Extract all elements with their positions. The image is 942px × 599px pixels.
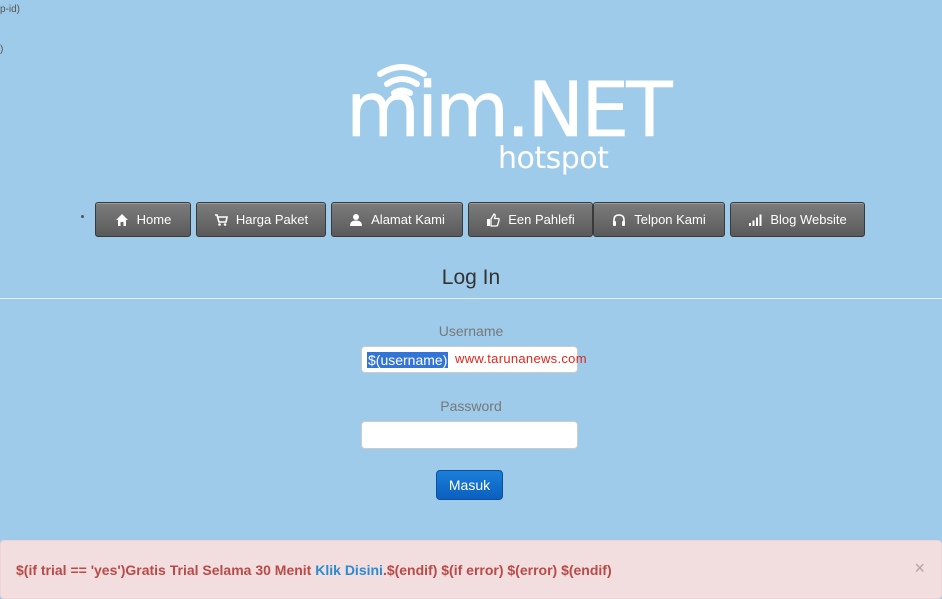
nav-een-pahlefi-label: Een Pahlefi [508, 212, 575, 227]
alert-prefix: $(if trial == 'yes')Gratis Trial Selama … [16, 562, 316, 578]
alert-box: $(if trial == 'yes')Gratis Trial Selama … [0, 540, 942, 599]
home-icon [115, 213, 129, 227]
username-input-value: $(username) [367, 352, 449, 368]
stray-text-2: ) [0, 44, 4, 55]
nav-blog-website-label: Blog Website [770, 212, 847, 227]
signal-bars-icon [748, 213, 762, 227]
headphones-icon [612, 213, 626, 227]
nav-home-button[interactable]: Home [95, 202, 191, 237]
password-label: Password [440, 398, 502, 414]
password-input[interactable] [361, 421, 578, 449]
stray-text-1: p-id) [0, 4, 21, 15]
nav-blog-website-button[interactable]: Blog Website [730, 202, 865, 237]
nav-harga-paket-label: Harga Paket [235, 212, 309, 227]
alert-close-icon[interactable]: × [914, 558, 925, 579]
login-submit-button[interactable]: Masuk [436, 470, 503, 500]
nav-telpon-kami-button[interactable]: Telpon Kami [593, 202, 725, 237]
logo-wordmark: mim.NET [346, 65, 673, 154]
username-label: Username [438, 323, 504, 339]
nav-alamat-kami-label: Alamat Kami [371, 212, 445, 227]
login-title: Log In [441, 266, 501, 289]
alert-suffix: .$(endif) $(if error) $(error) $(endif) [382, 562, 612, 578]
main-nav: Home Harga Paket Alamat Kami Een Pahlefi… [0, 202, 942, 239]
trial-link[interactable]: Klik Disini [315, 562, 383, 578]
alert-message: $(if trial == 'yes')Gratis Trial Selama … [16, 562, 612, 578]
nav-home-label: Home [136, 212, 172, 227]
cart-icon [214, 213, 228, 227]
site-logo: mim.NET hotspot [340, 60, 673, 185]
nav-harga-paket-button[interactable]: Harga Paket [196, 202, 326, 237]
nav-een-pahlefi-button[interactable]: Een Pahlefi [468, 202, 593, 237]
watermark-text: www.tarunanews.com [455, 351, 587, 366]
nav-alamat-kami-button[interactable]: Alamat Kami [331, 202, 463, 237]
login-divider [0, 298, 942, 299]
nav-telpon-kami-label: Telpon Kami [634, 212, 706, 227]
logo-subtitle: hotspot [498, 141, 609, 176]
thumbs-up-icon [486, 212, 501, 227]
user-icon [349, 213, 363, 227]
